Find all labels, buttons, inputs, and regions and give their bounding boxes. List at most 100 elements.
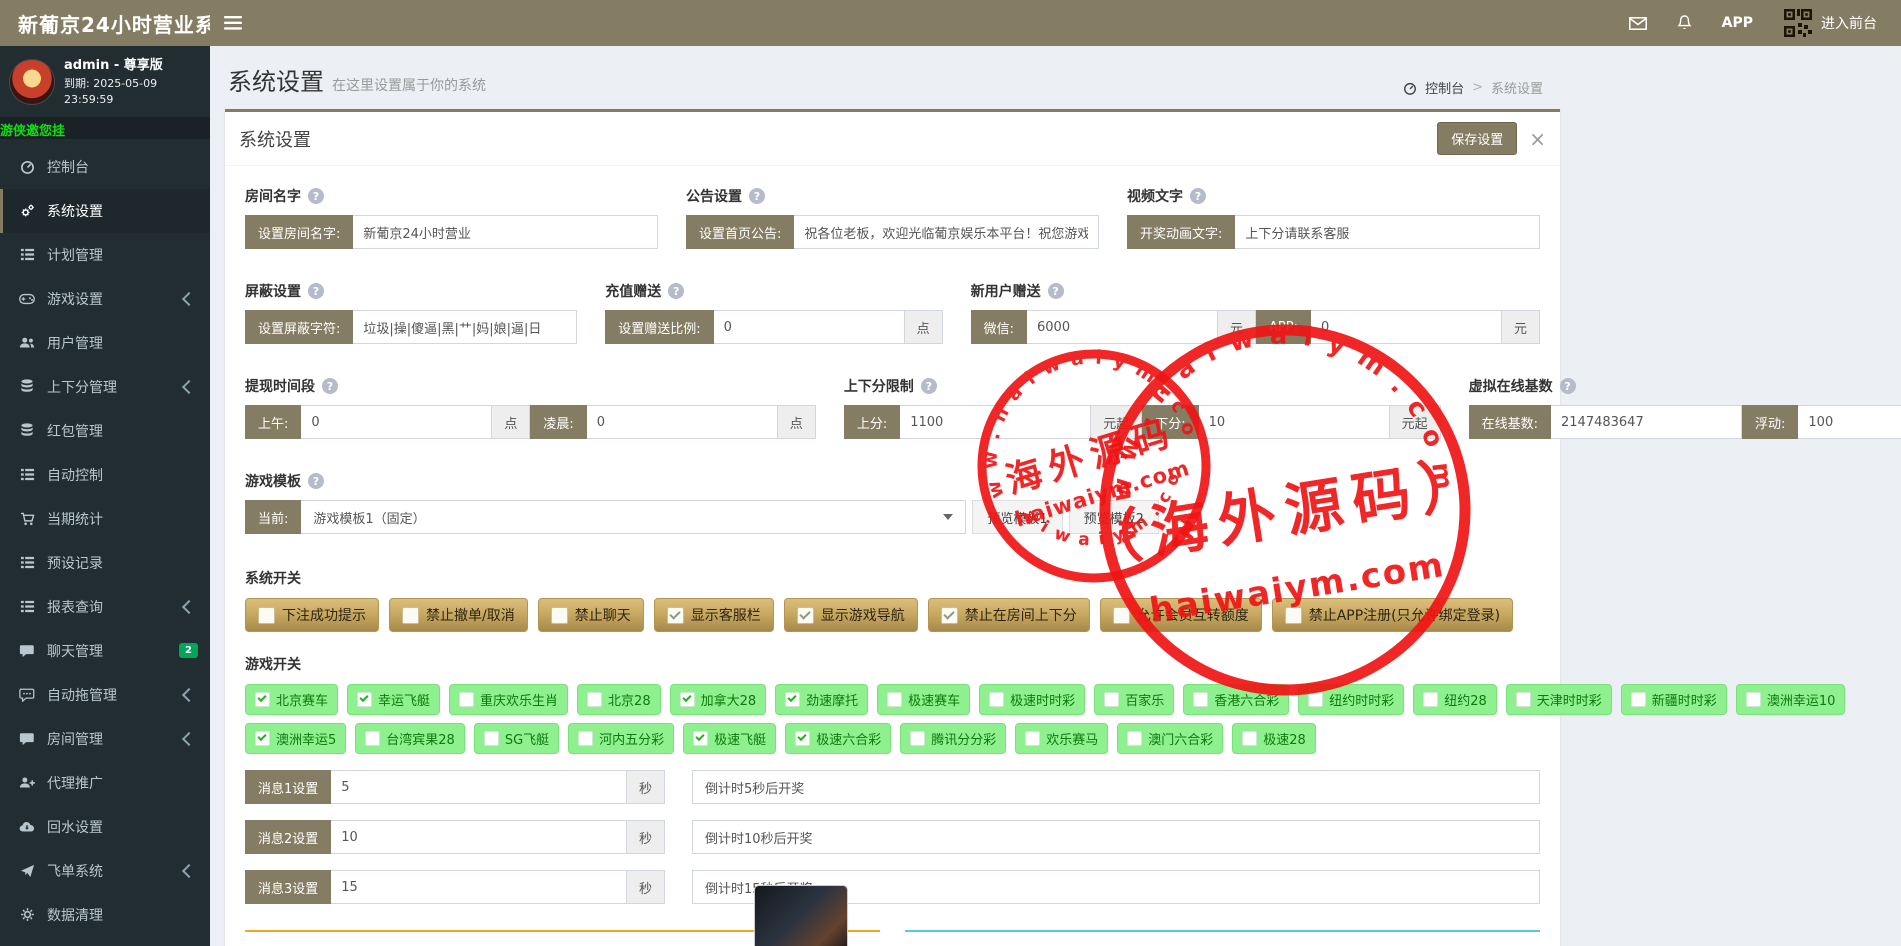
sidebar-item-2[interactable]: 系统设置 (0, 189, 210, 233)
system-switch-4[interactable]: 显示客服栏 (654, 598, 774, 632)
message-text-input[interactable] (692, 820, 1540, 854)
sidebar-item-9[interactable]: 当期统计 (0, 497, 210, 541)
notice-input[interactable] (794, 215, 1099, 249)
game-label: 劲速摩托 (806, 690, 858, 709)
chevron-left-icon (182, 731, 196, 745)
game-switch[interactable]: 澳洲幸运5 (245, 723, 346, 754)
sidebar-item-18[interactable]: 数据清理 (0, 893, 210, 937)
online-base-input[interactable] (1551, 405, 1742, 439)
game-switch[interactable]: 纽约28 (1413, 684, 1497, 715)
sidebar-item-14[interactable]: 房间管理 (0, 717, 210, 761)
game-switch[interactable]: 加拿大28 (670, 684, 767, 715)
message-seconds-input[interactable] (331, 870, 627, 904)
game-switch[interactable]: 北京赛车 (245, 684, 338, 715)
template-select[interactable]: 游戏模板1（固定） (301, 500, 966, 534)
game-switch[interactable]: 香港六合彩 (1183, 684, 1289, 715)
game-switch[interactable]: 劲速摩托 (775, 684, 868, 715)
game-switch[interactable]: 天津时时彩 (1506, 684, 1612, 715)
help-icon[interactable]: ? (749, 188, 765, 204)
system-switch-7[interactable]: 允许会员互转额度 (1100, 598, 1262, 632)
sidebar-item-16[interactable]: 回水设置 (0, 805, 210, 849)
game-switch[interactable]: 河内五分彩 (568, 723, 674, 754)
system-switch-6[interactable]: 禁止在房间上下分 (928, 598, 1090, 632)
message-seconds-input[interactable] (331, 770, 627, 804)
sidebar-item-label: 用户管理 (47, 333, 198, 353)
game-switch[interactable]: 纽约时时彩 (1298, 684, 1404, 715)
block-chars-input[interactable] (353, 310, 577, 344)
help-icon[interactable]: ? (308, 473, 324, 489)
service-qr-image[interactable] (755, 886, 847, 946)
input-addon: 消息3设置 (245, 870, 331, 904)
system-switch-5[interactable]: 显示游戏导航 (784, 598, 918, 632)
sidebar-toggle-button[interactable] (210, 0, 256, 46)
help-icon[interactable]: ? (921, 378, 937, 394)
sidebar-item-4[interactable]: 游戏设置 (0, 277, 210, 321)
game-switch[interactable]: 欢乐赛马 (1015, 723, 1108, 754)
video-text-input[interactable] (1235, 215, 1540, 249)
preview-template1-button[interactable]: 预览模板1 (972, 500, 1062, 534)
sidebar-item-8[interactable]: 自动控制 (0, 453, 210, 497)
sidebar-item-12[interactable]: 聊天管理2 (0, 629, 210, 673)
sidebar-item-6[interactable]: 上下分管理 (0, 365, 210, 409)
system-switch-8[interactable]: 禁止APP注册(只允许绑定登录) (1272, 598, 1513, 632)
room-name-input[interactable] (353, 215, 658, 249)
preview-template2-button[interactable]: 预览模板2 (1069, 500, 1159, 534)
game-switch[interactable]: 腾讯分分彩 (900, 723, 1006, 754)
up-limit-input[interactable] (900, 405, 1091, 439)
close-icon[interactable]: × (1529, 129, 1546, 149)
game-switch[interactable]: 新疆时时彩 (1621, 684, 1727, 715)
game-switch[interactable]: 极速赛车 (877, 684, 970, 715)
down-limit-input[interactable] (1199, 405, 1390, 439)
app-bonus-input[interactable] (1311, 310, 1502, 344)
message-text-input[interactable] (692, 770, 1540, 804)
sidebar-item-5[interactable]: 用户管理 (0, 321, 210, 365)
system-switch-1[interactable]: 下注成功提示 (245, 598, 379, 632)
withdraw-night-input[interactable] (587, 405, 778, 439)
system-switch-3[interactable]: 禁止聊天 (538, 598, 644, 632)
system-switch-2[interactable]: 禁止撤单/取消 (389, 598, 528, 632)
game-switch[interactable]: 极速飞艇 (683, 723, 776, 754)
sidebar-item-13[interactable]: 自动拖管理 (0, 673, 210, 717)
game-switch[interactable]: SG飞艇 (474, 723, 559, 754)
messages-button[interactable] (1629, 17, 1647, 30)
breadcrumb-home[interactable]: 控制台 (1425, 78, 1464, 97)
float-min-input[interactable] (1798, 405, 1901, 439)
game-switch[interactable]: 百家乐 (1094, 684, 1174, 715)
enter-frontend-label: 进入前台 (1821, 13, 1877, 33)
game-switch[interactable]: 澳门六合彩 (1117, 723, 1223, 754)
enter-frontend-button[interactable]: 进入前台 (1783, 8, 1877, 38)
sidebar-item-19[interactable]: 手动开奖 (0, 937, 210, 946)
game-switch[interactable]: 北京28 (577, 684, 661, 715)
game-switch[interactable]: 极速28 (1232, 723, 1316, 754)
help-icon[interactable]: ? (1048, 283, 1064, 299)
withdraw-am-input[interactable] (301, 405, 492, 439)
save-settings-button[interactable]: 保存设置 (1437, 122, 1517, 155)
message-seconds-input[interactable] (331, 820, 627, 854)
help-icon[interactable]: ? (1560, 378, 1576, 394)
checkbox-icon (1308, 692, 1323, 707)
game-switch[interactable]: 澳洲幸运10 (1736, 684, 1846, 715)
sidebar-item-11[interactable]: 报表查询 (0, 585, 210, 629)
game-switch[interactable]: 台湾宾果28 (355, 723, 465, 754)
sidebar-item-15[interactable]: 代理推广 (0, 761, 210, 805)
app-button[interactable]: APP (1722, 15, 1753, 31)
sidebar-item-7[interactable]: 红包管理 (0, 409, 210, 453)
sidebar-item-17[interactable]: 飞单系统 (0, 849, 210, 893)
help-icon[interactable]: ? (308, 283, 324, 299)
game-switch[interactable]: 极速时时彩 (979, 684, 1085, 715)
help-icon[interactable]: ? (308, 188, 324, 204)
cart-icon (19, 511, 35, 527)
help-icon[interactable]: ? (1190, 188, 1206, 204)
game-switch[interactable]: 重庆欢乐生肖 (449, 684, 568, 715)
recharge-ratio-input[interactable] (714, 310, 905, 344)
help-icon[interactable]: ? (668, 283, 684, 299)
sidebar-item-1[interactable]: 控制台 (0, 145, 210, 189)
sidebar-item-3[interactable]: 计划管理 (0, 233, 210, 277)
game-label: 澳洲幸运10 (1767, 690, 1836, 709)
wechat-bonus-input[interactable] (1027, 310, 1218, 344)
help-icon[interactable]: ? (322, 378, 338, 394)
game-switch[interactable]: 幸运飞艇 (347, 684, 440, 715)
sidebar-item-10[interactable]: 预设记录 (0, 541, 210, 585)
notifications-button[interactable] (1677, 15, 1692, 31)
game-switch[interactable]: 极速六合彩 (785, 723, 891, 754)
